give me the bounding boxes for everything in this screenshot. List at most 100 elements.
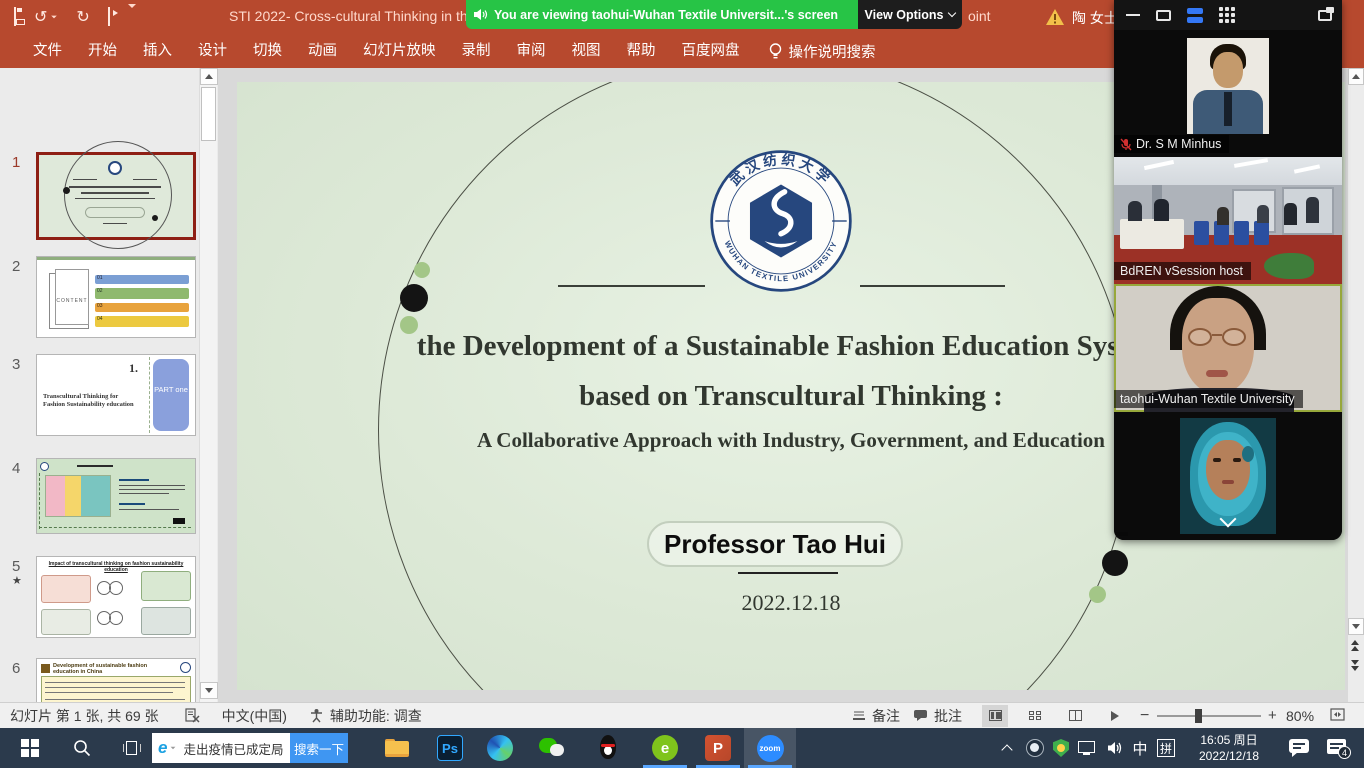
expand-participants-button[interactable] [1216, 512, 1240, 532]
clock-date: 2022/12/18 [1183, 748, 1275, 764]
slide-thumbnail-4[interactable] [36, 458, 196, 534]
tab-insert[interactable]: 插入 [130, 34, 185, 68]
windows-logo-icon [21, 739, 39, 757]
ie-icon: e [158, 738, 167, 758]
tab-transitions[interactable]: 切换 [240, 34, 295, 68]
notification-center-button[interactable]: 4 [1320, 728, 1356, 768]
slide-date[interactable]: 2022.12.18 [237, 590, 1345, 616]
tray-network-icon[interactable] [1074, 728, 1102, 768]
next-slide-button[interactable] [1351, 660, 1359, 671]
popout-panel-button[interactable] [1318, 10, 1332, 21]
ime-language-button[interactable]: 中 [1128, 728, 1152, 768]
tab-review[interactable]: 审阅 [504, 34, 559, 68]
edge-browser-icon[interactable] [484, 732, 516, 764]
participant-tile-4[interactable] [1114, 412, 1342, 540]
tab-record[interactable]: 录制 [449, 34, 504, 68]
thumb2-door-shape: CONTENT [49, 273, 89, 329]
participant-name: BdREN vSession host [1120, 264, 1243, 278]
photoshop-icon[interactable]: Ps [434, 732, 466, 764]
presenter-pill[interactable]: Professor Tao Hui [647, 521, 903, 567]
accessibility-button[interactable]: 辅助功能: 调查 [309, 706, 422, 726]
slide-scroll-down-button[interactable] [1348, 618, 1364, 635]
reading-view-button[interactable] [1062, 705, 1088, 727]
slideshow-view-button[interactable] [1102, 705, 1128, 727]
start-button[interactable] [8, 728, 52, 768]
mic-muted-icon [1120, 138, 1132, 151]
tab-help[interactable]: 帮助 [614, 34, 669, 68]
task-view-button[interactable] [110, 728, 154, 768]
360-browser-icon[interactable]: e [649, 732, 681, 764]
zoom-percentage[interactable]: 80% [1286, 708, 1314, 724]
previous-slide-button[interactable] [1351, 640, 1359, 651]
tab-design[interactable]: 设计 [185, 34, 240, 68]
zoom-out-button[interactable]: − [1140, 707, 1149, 725]
save-button[interactable] [14, 8, 16, 26]
normal-view-button[interactable] [982, 705, 1008, 727]
tell-me-search[interactable]: 操作说明搜索 [753, 41, 876, 62]
chevron-down-icon [1220, 511, 1237, 528]
speaker-view-button[interactable] [1156, 10, 1171, 21]
language-button[interactable]: 中文(中国) [222, 706, 287, 726]
zoom-in-button[interactable]: + [1268, 707, 1277, 724]
thumb5-box-gray2 [141, 607, 191, 635]
tray-show-hidden-button[interactable] [994, 728, 1020, 768]
view-options-button[interactable]: View Options [858, 0, 962, 29]
participant-label: taohui-Wuhan Textile University [1114, 390, 1303, 408]
slide-thumbnail-2[interactable]: CONTENT 01 02 03 04 [36, 256, 196, 338]
gallery-view-button[interactable] [1187, 8, 1203, 23]
qq-icon[interactable] [592, 732, 624, 764]
grid-view-button[interactable] [1219, 7, 1235, 23]
tab-baidu-netdisk[interactable]: 百度网盘 [669, 34, 753, 68]
tab-animations[interactable]: 动画 [295, 34, 350, 68]
taskbar-clock[interactable]: 16:05 周日 2022/12/18 [1183, 732, 1275, 764]
tab-view[interactable]: 视图 [559, 34, 614, 68]
taskbar-search-button[interactable] [60, 728, 104, 768]
ime-pinyin-button[interactable]: 拼 [1153, 728, 1179, 768]
window-title-right: oint [968, 8, 991, 24]
notes-button[interactable]: 备注 [852, 706, 900, 726]
participant-tile-3[interactable]: taohui-Wuhan Textile University [1114, 284, 1342, 412]
tab-slideshow[interactable]: 幻灯片放映 [350, 34, 449, 68]
slide-scroll-up-button[interactable] [1348, 68, 1364, 85]
file-explorer-icon[interactable] [381, 732, 413, 764]
search-go-button[interactable]: 搜索一下 [290, 733, 348, 763]
thumb3-number: 1. [129, 361, 138, 376]
minimize-panel-button[interactable] [1126, 14, 1140, 17]
wechat-icon[interactable] [536, 732, 568, 764]
powerpoint-icon[interactable]: P [702, 732, 734, 764]
tray-chat-icon-button[interactable] [1282, 728, 1316, 768]
undo-button[interactable]: ↺ [34, 7, 58, 27]
participant-tile-2[interactable]: BdREN vSession host [1114, 157, 1342, 284]
zoom-slider-thumb[interactable] [1195, 709, 1202, 723]
thumbnail-scroll-thumb[interactable] [201, 87, 216, 141]
tray-360-safe-icon[interactable] [1022, 728, 1048, 768]
slide-thumbnail-1[interactable] [36, 152, 196, 240]
slide-green-dot-1 [414, 262, 430, 278]
thumb5-box-green [141, 571, 191, 601]
customize-qat-button[interactable] [128, 8, 136, 26]
speaker-icon [474, 8, 488, 21]
fit-slide-button[interactable] [1330, 708, 1345, 724]
redo-button[interactable]: ↻ [76, 7, 89, 27]
zoom-slider[interactable] [1157, 715, 1261, 717]
zoom-app-icon[interactable]: zoom [754, 732, 786, 764]
slide-thumbnail-3[interactable]: 1. Transcultural Thinking for Fashion Su… [36, 354, 196, 436]
dark-circle-icon [1026, 739, 1044, 757]
start-slideshow-button[interactable] [108, 8, 110, 26]
slide-scrollbar[interactable] [1348, 68, 1364, 702]
tray-antivirus-icon[interactable] [1048, 728, 1074, 768]
chat-bubble-icon [1289, 739, 1309, 757]
slide-thumbnail-5[interactable]: Impact of transcultural thinking on fash… [36, 556, 196, 638]
proofing-button[interactable] [185, 708, 200, 723]
comments-button[interactable]: 批注 [913, 706, 962, 726]
tab-home[interactable]: 开始 [75, 34, 130, 68]
participant-tile-1[interactable]: Dr. S M Minhus [1114, 30, 1342, 157]
taskbar-web-searchbox[interactable]: e 走出疫情已成定局 搜索一下 [152, 733, 348, 763]
thumbnail-scroll-down-button[interactable] [200, 682, 218, 699]
tray-volume-icon[interactable] [1102, 728, 1128, 768]
thumbnail-scroll-up-button[interactable] [200, 68, 218, 85]
tab-file[interactable]: 文件 [20, 34, 75, 68]
university-logo[interactable]: 武汉纺织大学 WUHAN TEXTILE UNIVERSITY [708, 148, 854, 294]
thumbnail-scrollbar[interactable] [199, 68, 217, 702]
slide-sorter-view-button[interactable] [1022, 705, 1048, 727]
